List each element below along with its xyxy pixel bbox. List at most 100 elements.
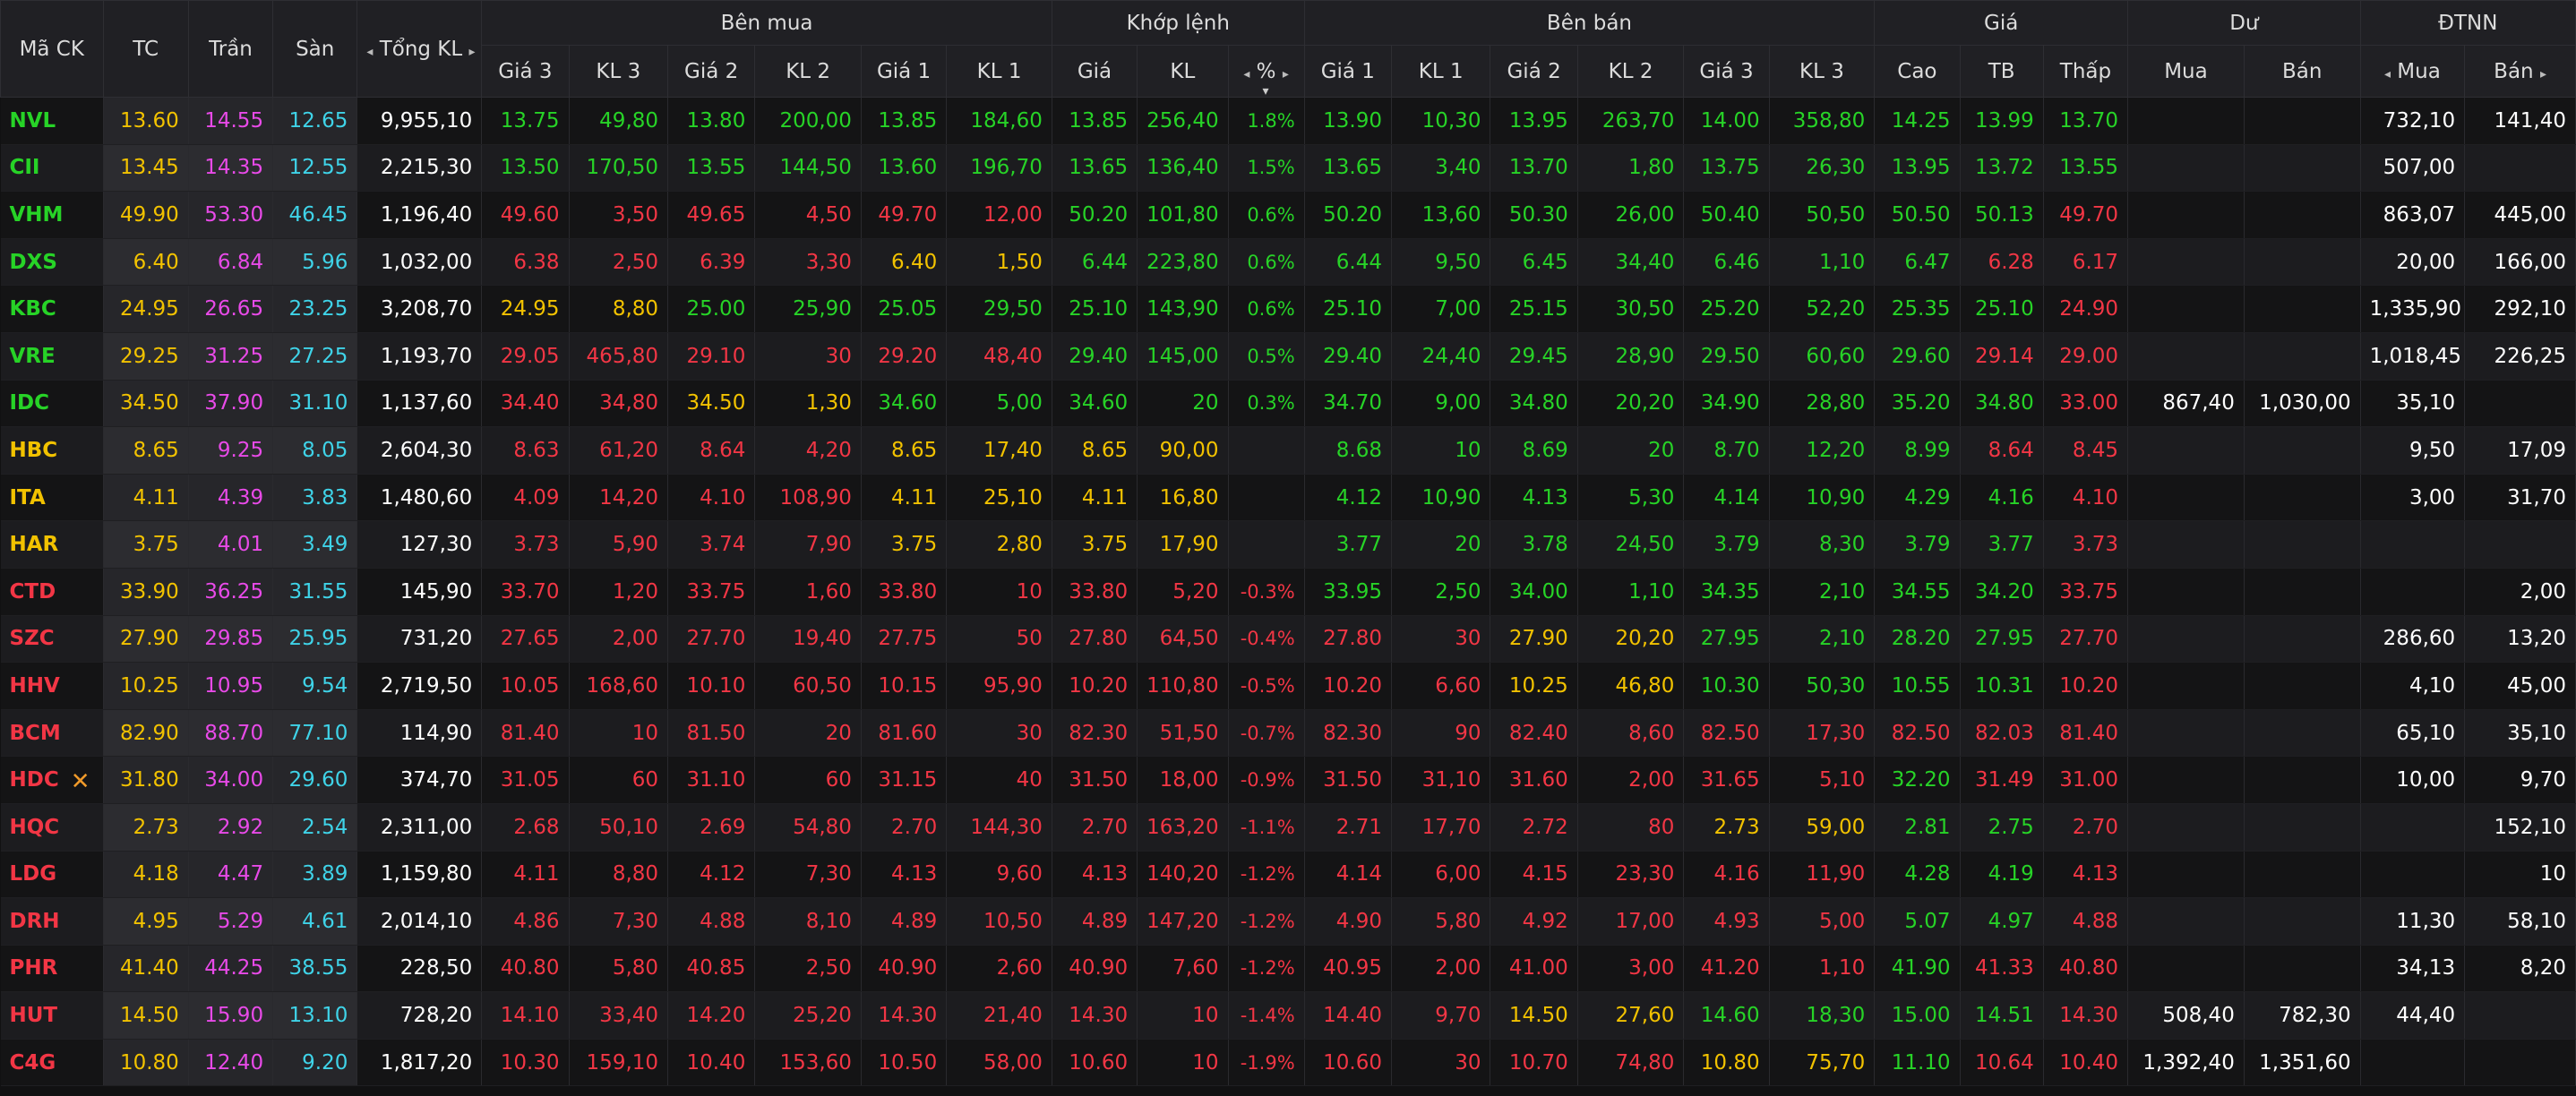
stock-symbol[interactable]: DRH — [0, 897, 104, 946]
header-sell-col-4[interactable]: Giá 3 — [1683, 45, 1770, 98]
price-stat-cell: 6.47 — [1874, 238, 1961, 287]
stock-row[interactable]: ITA 4.11 4.39 3.83 1,480,60 4.09 14,20 4.10 108,… — [0, 474, 2576, 522]
stock-symbol[interactable]: PHR — [0, 945, 104, 993]
stock-row[interactable]: VRE 29.25 31.25 27.25 1,193,70 29.05 465,80 29.… — [0, 332, 2576, 381]
stock-symbol[interactable]: IDC — [0, 380, 104, 428]
price-stat-cell: 25.35 — [1874, 285, 1961, 333]
stock-row[interactable]: IDC 34.50 37.90 31.10 1,137,60 34.40 34,80 34.5… — [0, 380, 2576, 428]
stock-row[interactable]: BCM 82.90 88.70 77.10 114,90 81.40 10 81.50 20 81… — [0, 709, 2576, 758]
match-cell: 223,80 — [1137, 238, 1229, 287]
match-cell: 10.20 — [1052, 662, 1138, 710]
header-match-col-0[interactable]: Giá — [1051, 45, 1138, 98]
header-buy-col-4[interactable]: Giá 1 — [860, 45, 948, 98]
foreign-left-icon[interactable]: ◂ — [2384, 67, 2391, 81]
scroll-left-icon[interactable]: ◂ — [366, 45, 373, 59]
stock-row[interactable]: LDG 4.18 4.47 3.89 1,159,80 4.11 8,80 4.12 7,30 4… — [0, 851, 2576, 899]
header-ceil[interactable]: Trần — [187, 0, 274, 98]
header-floor[interactable]: Sàn — [272, 0, 358, 98]
stock-row[interactable]: HAR 3.75 4.01 3.49 127,30 3.73 5,90 3.74 7,90 3.7… — [0, 520, 2576, 569]
stock-row[interactable]: CTD 33.90 36.25 31.55 145,90 33.70 1,20 33.75 1,… — [0, 568, 2576, 616]
stock-row[interactable]: VHM 49.90 53.30 46.45 1,196,40 49.60 3,50 49.65… — [0, 191, 2576, 239]
stock-symbol[interactable]: C4G — [0, 1039, 104, 1087]
stock-symbol[interactable]: CII — [0, 144, 104, 193]
stock-row[interactable]: HQC 2.73 2.92 2.54 2,311,00 2.68 50,10 2.69 54,8… — [0, 803, 2576, 852]
stock-symbol-text: VRE — [9, 344, 56, 368]
stock-row[interactable]: HDC ✕ 31.80 34.00 29.60 374,70 31.05 60 31.10 60 3… — [0, 756, 2576, 804]
foreign-right-icon[interactable]: ▸ — [2540, 67, 2546, 81]
stock-symbol[interactable]: BCM — [0, 709, 104, 758]
stock-symbol[interactable]: HUT — [0, 991, 104, 1040]
total-volume: 3,208,70 — [356, 285, 483, 333]
stock-row[interactable]: HHV 10.25 10.95 9.54 2,719,50 10.05 168,60 10.1… — [0, 662, 2576, 710]
stock-symbol[interactable]: LDG — [0, 851, 104, 899]
stock-row[interactable]: PHR 41.40 44.25 38.55 228,50 40.80 5,80 40.85 2,… — [0, 945, 2576, 993]
favorite-x-icon[interactable]: ✕ — [71, 768, 90, 795]
header-foreign-col-0[interactable]: ◂ Mua — [2359, 45, 2466, 98]
foreign-sell — [2464, 1039, 2576, 1087]
match-cell: 5,20 — [1137, 568, 1229, 616]
buy-cell: 2,50 — [754, 945, 862, 993]
header-buy-col-1[interactable]: KL 3 — [568, 45, 669, 98]
header-sell-col-5[interactable]: KL 3 — [1768, 45, 1876, 98]
stock-row[interactable]: NVL 13.60 14.55 12.65 9,955,10 13.75 49,80 13.8… — [0, 97, 2576, 145]
stock-symbol[interactable]: CTD — [0, 568, 104, 616]
header-price-col-1[interactable]: TB — [1959, 45, 2044, 98]
stock-row[interactable]: HBC 8.65 9.25 8.05 2,604,30 8.63 61,20 8.64 4,20… — [0, 426, 2576, 475]
stock-symbol[interactable]: HHV — [0, 662, 104, 710]
header-total-volume[interactable]: ◂ Tổng KL ▸ — [356, 0, 483, 98]
scroll-right-icon[interactable]: ▸ — [469, 45, 476, 59]
stock-row[interactable]: SZC 27.90 29.85 25.95 731,20 27.65 2,00 27.70 19… — [0, 615, 2576, 664]
buy-cell: 49,80 — [569, 97, 669, 145]
foreign-sell: 2,00 — [2464, 568, 2576, 616]
stock-symbol[interactable]: SZC — [0, 615, 104, 664]
buy-cell: 4,20 — [754, 426, 862, 475]
pct-right-icon[interactable]: ▸ — [1283, 67, 1289, 81]
price-stat-cell: 34.20 — [1960, 568, 2044, 616]
sell-cell: 40.95 — [1304, 945, 1392, 993]
ceil-price: 37.90 — [188, 380, 274, 428]
sell-cell: 2,10 — [1769, 568, 1876, 616]
sell-cell: 10,90 — [1391, 474, 1491, 522]
header-sell-col-0[interactable]: Giá 1 — [1303, 45, 1392, 98]
header-sell-col-3[interactable]: KL 2 — [1576, 45, 1685, 98]
match-cell — [1228, 474, 1305, 522]
stock-symbol[interactable]: HDC ✕ — [0, 756, 104, 804]
header-buy-col-3[interactable]: KL 2 — [754, 45, 862, 98]
floor-price: 3.49 — [272, 520, 358, 569]
header-foreign-col-1[interactable]: Bán ▸ — [2464, 45, 2576, 98]
stock-symbol[interactable]: DXS — [0, 238, 104, 287]
header-buy-col-2[interactable]: Giá 2 — [667, 45, 756, 98]
buy-cell: 40 — [946, 756, 1052, 804]
header-sell-col-2[interactable]: Giá 2 — [1490, 45, 1578, 98]
stock-row[interactable]: KBC 24.95 26.65 23.25 3,208,70 24.95 8,80 25.00… — [0, 285, 2576, 333]
ceil-price: 5.29 — [188, 897, 274, 946]
header-buy-col-5[interactable]: KL 1 — [946, 45, 1052, 98]
header-price-col-0[interactable]: Cao — [1874, 45, 1961, 98]
header-buy-col-0[interactable]: Giá 3 — [481, 45, 570, 98]
stock-row[interactable]: HUT 14.50 15.90 13.10 728,20 14.10 33,40 14.20 2… — [0, 991, 2576, 1040]
stock-symbol[interactable]: HAR — [0, 520, 104, 569]
header-ref[interactable]: TC — [102, 0, 189, 98]
stock-symbol[interactable]: VHM — [0, 191, 104, 239]
header-remain-col-1[interactable]: Bán — [2243, 45, 2361, 98]
stock-row[interactable]: DRH 4.95 5.29 4.61 2,014,10 4.86 7,30 4.88 8,10 4… — [0, 897, 2576, 946]
stock-row[interactable]: DXS 6.40 6.84 5.96 1,032,00 6.38 2,50 6.39 3,30 6… — [0, 238, 2576, 287]
header-price-col-2[interactable]: Thấp — [2042, 45, 2129, 98]
stock-symbol[interactable]: KBC — [0, 285, 104, 333]
match-cell: 7,60 — [1137, 945, 1229, 993]
buy-cell: 10.50 — [861, 1039, 948, 1087]
header-remain-group: Dư — [2127, 0, 2361, 46]
header-symbol[interactable]: Mã CK — [0, 0, 104, 98]
stock-symbol[interactable]: HQC — [0, 803, 104, 852]
stock-row[interactable]: C4G 10.80 12.40 9.20 1,817,20 10.30 159,10 10.4… — [0, 1039, 2576, 1087]
stock-symbol[interactable]: ITA — [0, 474, 104, 522]
header-match-col-1[interactable]: KL — [1137, 45, 1229, 98]
pct-left-icon[interactable]: ◂ — [1243, 67, 1249, 81]
header-match-col-2[interactable]: ◂ % ▸ ▾ — [1227, 45, 1305, 98]
stock-symbol[interactable]: VRE — [0, 332, 104, 381]
stock-row[interactable]: CII 13.45 14.35 12.55 2,215,30 13.50 170,50 13.… — [0, 144, 2576, 193]
stock-symbol[interactable]: NVL — [0, 97, 104, 145]
header-sell-col-1[interactable]: KL 1 — [1390, 45, 1491, 98]
stock-symbol[interactable]: HBC — [0, 426, 104, 475]
header-remain-col-0[interactable]: Mua — [2127, 45, 2245, 98]
